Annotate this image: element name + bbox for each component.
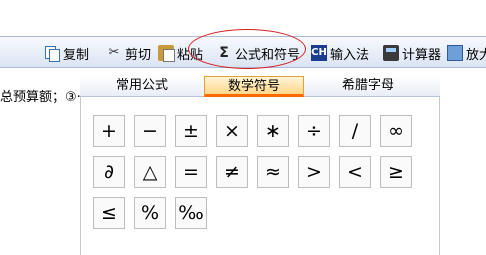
symbol-button[interactable]: ± xyxy=(175,115,207,147)
scissors-icon: ✂ xyxy=(108,45,120,60)
zoom-button[interactable]: 放大 xyxy=(447,42,486,64)
formula-symbol-label: 公式和符号 xyxy=(235,47,301,63)
paste-button[interactable]: 粘贴 xyxy=(158,42,203,64)
symbol-button[interactable]: ∞ xyxy=(380,115,412,147)
symbol-button[interactable]: / xyxy=(339,115,371,147)
zoom-label: 放大 xyxy=(466,47,486,63)
formula-symbol-button[interactable]: Σ 公式和符号 xyxy=(216,42,300,64)
copy-icon xyxy=(44,45,60,62)
symbol-button[interactable]: ∂ xyxy=(93,156,125,188)
cut-button[interactable]: ✂ 剪切 xyxy=(106,42,151,64)
symbol-button[interactable]: ‰ xyxy=(175,197,207,229)
cut-label: 剪切 xyxy=(125,47,152,63)
top-strip xyxy=(0,0,486,36)
symbol-button[interactable]: ∗ xyxy=(257,115,289,147)
calculator-icon xyxy=(383,45,399,61)
tab-common-formulas[interactable]: 常用公式 xyxy=(92,76,192,97)
zoom-icon xyxy=(447,45,463,61)
ime-button[interactable]: CH 输入法 xyxy=(311,42,369,64)
symbol-button[interactable]: × xyxy=(216,115,248,147)
symbol-button[interactable]: > xyxy=(298,156,330,188)
paste-label: 粘贴 xyxy=(177,47,204,63)
copy-button[interactable]: 复制 xyxy=(44,42,89,64)
symbol-button[interactable]: < xyxy=(339,156,371,188)
symbol-tabs: 常用公式 数学符号 希腊字母 xyxy=(80,75,440,97)
symbol-button[interactable]: − xyxy=(134,115,166,147)
ime-label: 输入法 xyxy=(330,47,370,63)
copy-label: 复制 xyxy=(63,47,90,63)
tab-math-symbols[interactable]: 数学符号 xyxy=(204,76,304,97)
symbol-button[interactable]: ≠ xyxy=(216,156,248,188)
toolbar: 复制 ✂ 剪切 粘贴 Σ 公式和符号 CH 输入法 计算器 放大 xyxy=(0,36,486,68)
symbol-button[interactable]: ≈ xyxy=(257,156,289,188)
symbol-button[interactable]: ≥ xyxy=(380,156,412,188)
symbol-button[interactable]: % xyxy=(134,197,166,229)
symbol-button[interactable]: ÷ xyxy=(298,115,330,147)
calculator-label: 计算器 xyxy=(402,47,442,63)
tab-greek-letters[interactable]: 希腊字母 xyxy=(308,76,428,97)
symbol-button[interactable]: = xyxy=(175,156,207,188)
calculator-button[interactable]: 计算器 xyxy=(383,42,441,64)
sigma-icon: Σ xyxy=(219,45,229,61)
ime-icon: CH xyxy=(311,45,327,61)
symbol-button[interactable]: + xyxy=(93,115,125,147)
symbol-button[interactable]: △ xyxy=(134,156,166,188)
paste-icon xyxy=(158,45,175,62)
symbol-button[interactable]: ≤ xyxy=(93,197,125,229)
